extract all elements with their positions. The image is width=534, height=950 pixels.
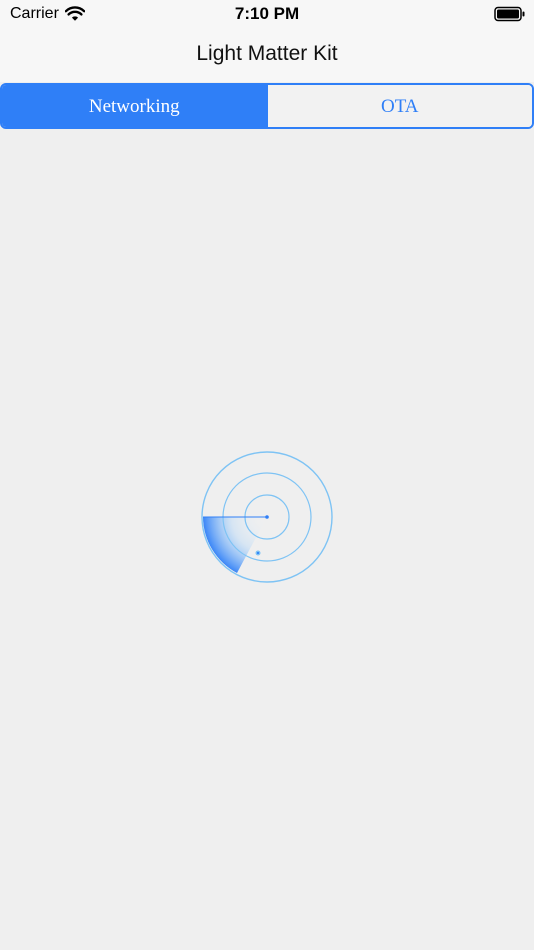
battery-icon (494, 6, 525, 22)
segmented-tabs: Networking OTA (0, 83, 534, 129)
radar-sweep (203, 517, 267, 573)
page-title: Light Matter Kit (196, 42, 338, 65)
status-bar: Carrier 7:10 PM (0, 0, 534, 28)
radar-scan-icon (201, 451, 333, 583)
radar-scan-animation (201, 451, 333, 583)
tab-networking[interactable]: Networking (2, 85, 267, 127)
tab-ota[interactable]: OTA (266, 85, 532, 127)
app-screen: Carrier 7:10 PM Light Matter Kit Network… (0, 0, 534, 950)
radar-target-dot-core (256, 551, 260, 555)
radar-center-dot (265, 515, 269, 519)
top-chrome: Carrier 7:10 PM Light Matter Kit (0, 0, 534, 82)
status-time: 7:10 PM (234, 4, 300, 23)
